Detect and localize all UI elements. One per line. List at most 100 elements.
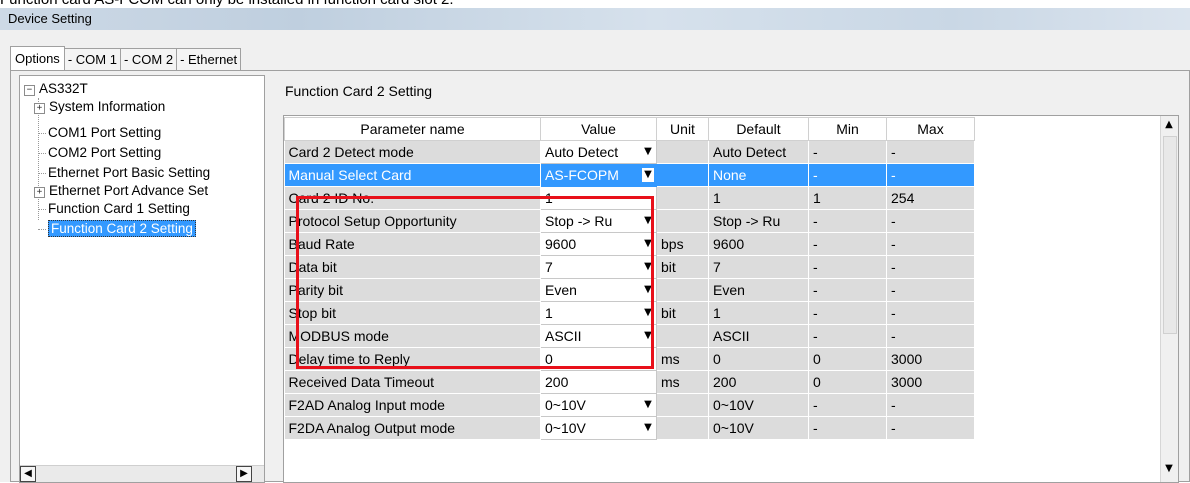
scroll-thumb[interactable] <box>1163 136 1177 334</box>
cell-default: 0~10V <box>708 393 809 417</box>
cell-default: 200 <box>708 370 809 394</box>
expand-icon[interactable]: + <box>34 103 45 114</box>
cell-parameter-name: Baud Rate <box>284 232 541 256</box>
cell-value[interactable]: 0~10V ▼ <box>540 416 657 440</box>
cell-unit-text: bit <box>661 305 676 321</box>
cell-default: Auto Detect <box>708 140 809 164</box>
chevron-down-icon[interactable]: ▼ <box>642 329 654 343</box>
chevron-down-icon[interactable]: ▼ <box>642 306 654 320</box>
arrow-left-icon[interactable]: ◀ <box>20 466 36 482</box>
table-row[interactable]: Manual Select Card AS-FCOPM ▼ None - - <box>284 163 975 187</box>
header-unit: Unit <box>656 117 709 141</box>
table-row[interactable]: Baud Rate 9600 ▼ bps 9600 - - <box>284 232 975 256</box>
header-default: Default <box>708 117 809 141</box>
cell-default: 9600 <box>708 232 809 256</box>
tree-item-function-card-1-setting[interactable]: Function Card 1 Setting <box>48 200 190 218</box>
cell-value-text: AS-FCOPM <box>545 167 619 183</box>
table-row[interactable]: MODBUS mode ASCII ▼ ASCII - - <box>284 324 975 348</box>
cell-min: - <box>808 324 887 348</box>
tree-horizontal-scrollbar[interactable]: ◀ ▶ <box>20 465 264 482</box>
cell-max-text: - <box>891 259 896 275</box>
arrow-up-icon[interactable]: ▲ <box>1162 118 1176 132</box>
arrow-down-icon[interactable]: ▼ <box>1162 462 1176 476</box>
cell-unit <box>656 324 709 348</box>
cell-value[interactable]: 0 <box>540 347 657 371</box>
cell-max: - <box>886 301 975 325</box>
chevron-down-icon[interactable]: ▼ <box>642 421 654 435</box>
table-row[interactable]: F2AD Analog Input mode 0~10V ▼ 0~10V - - <box>284 393 975 417</box>
cell-default-text: 1 <box>713 190 721 206</box>
settings-tree: − AS332T + System Information COM1 Port Se… <box>19 75 265 483</box>
cell-value-text: ASCII <box>545 328 582 344</box>
cell-parameter-name-text: Stop bit <box>288 305 336 321</box>
cell-value[interactable]: 200 <box>540 370 657 394</box>
cell-unit <box>656 209 709 233</box>
grid-vertical-scrollbar[interactable]: ▲ ▼ <box>1160 116 1178 482</box>
cell-value[interactable]: 9600 ▼ <box>540 232 657 256</box>
chevron-down-icon[interactable]: ▼ <box>642 260 654 274</box>
tree-item-system-information[interactable]: + System Information <box>34 98 165 116</box>
cell-default-text: 200 <box>713 374 737 390</box>
arrow-right-icon[interactable]: ▶ <box>236 466 252 482</box>
cell-value[interactable]: 1 ▼ <box>540 301 657 325</box>
cell-unit <box>656 278 709 302</box>
tree-item-com1-port-setting[interactable]: COM1 Port Setting <box>48 124 161 142</box>
table-row[interactable]: Card 2 Detect mode Auto Detect ▼ Auto Detec… <box>284 140 975 164</box>
tree-item-ethernet-advance-setting[interactable]: + Ethernet Port Advance Set <box>34 182 208 200</box>
chevron-down-icon[interactable]: ▼ <box>642 283 654 297</box>
device-setting-window: Options - COM 1 - COM 2 - Ethernet − AS33… <box>0 30 1190 483</box>
cell-max-text: - <box>891 282 896 298</box>
cell-max-text: 3000 <box>891 351 923 367</box>
chevron-down-icon[interactable]: ▼ <box>642 398 654 412</box>
cell-value[interactable]: 0~10V ▼ <box>540 393 657 417</box>
cell-min: - <box>808 163 887 187</box>
cell-value-text: Even <box>545 282 577 298</box>
table-row[interactable]: Delay time to Reply 0 ms 0 0 3000 <box>284 347 975 371</box>
parameter-table: Parameter name Value Unit Default Min Ma… <box>284 117 975 440</box>
cell-value[interactable]: 7 ▼ <box>540 255 657 279</box>
table-row[interactable]: Received Data Timeout 200 ms 200 0 3000 <box>284 370 975 394</box>
cell-max: - <box>886 324 975 348</box>
table-row[interactable]: Card 2 ID No. 1 1 1 254 <box>284 186 975 210</box>
chevron-down-icon[interactable]: ▼ <box>642 214 654 228</box>
cell-value[interactable]: AS-FCOPM ▼ <box>540 163 657 187</box>
cell-parameter-name: Card 2 Detect mode <box>284 140 541 164</box>
table-row[interactable]: Data bit 7 ▼ bit 7- - <box>284 255 975 279</box>
cell-default: 0~10V <box>708 416 809 440</box>
cell-value[interactable]: Auto Detect ▼ <box>540 140 657 164</box>
table-row[interactable]: Parity bit Even ▼ Even - - <box>284 278 975 302</box>
cell-parameter-name: F2AD Analog Input mode <box>284 393 541 417</box>
tab-ethernet[interactable]: - Ethernet <box>176 48 242 70</box>
tab-com1[interactable]: - COM 1 <box>63 48 121 70</box>
table-row[interactable]: Protocol Setup Opportunity Stop -> Ru ▼ Sto… <box>284 209 975 233</box>
header-min: Min <box>808 117 887 141</box>
cell-value[interactable]: Even ▼ <box>540 278 657 302</box>
cell-default: Stop -> Ru <box>708 209 809 233</box>
cell-max: 3000 <box>886 347 975 371</box>
chevron-down-icon[interactable]: ▼ <box>642 145 654 159</box>
cell-min: - <box>808 416 887 440</box>
cell-unit-text: bps <box>661 236 684 252</box>
header-max: Max <box>886 117 975 141</box>
tab-options[interactable]: Options <box>10 46 65 70</box>
table-row[interactable]: Stop bit 1 ▼ bit 1- - <box>284 301 975 325</box>
cell-max-text: - <box>891 397 896 413</box>
cell-unit <box>656 416 709 440</box>
cell-unit: bps <box>656 232 709 256</box>
collapse-icon[interactable]: − <box>24 85 35 96</box>
tree-item-function-card-2-setting[interactable]: Function Card 2 Setting <box>48 220 196 238</box>
expand-icon[interactable]: + <box>34 187 45 198</box>
tab-com2[interactable]: - COM 2 <box>119 48 178 70</box>
cell-default-text: None <box>713 167 747 183</box>
cell-value[interactable]: 1 <box>540 186 657 210</box>
cell-default-text: ASCII <box>713 328 750 344</box>
cell-value[interactable]: ASCII ▼ <box>540 324 657 348</box>
tree-item-ethernet-basic-setting[interactable]: Ethernet Port Basic Setting <box>48 164 210 182</box>
tree-root[interactable]: − AS332T <box>24 80 88 98</box>
table-row[interactable]: F2DA Analog Output mode 0~10V ▼ 0~10V - - <box>284 416 975 440</box>
chevron-down-icon[interactable]: ▼ <box>642 237 654 251</box>
tree-item-com2-port-setting[interactable]: COM2 Port Setting <box>48 144 161 162</box>
cell-value[interactable]: Stop -> Ru ▼ <box>540 209 657 233</box>
cell-value-text: 1 <box>545 190 553 206</box>
chevron-down-icon[interactable]: ▼ <box>642 168 654 182</box>
